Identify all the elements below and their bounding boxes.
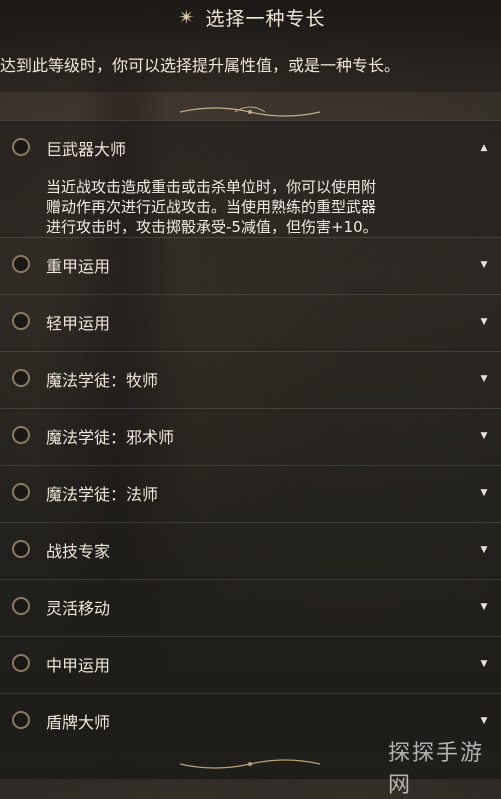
feat-row-magic-initiate-cleric[interactable]: 魔法学徒：牧师 ▼ (0, 351, 501, 408)
chevron-down-icon[interactable]: ▼ (479, 317, 489, 327)
radio-button[interactable] (12, 483, 30, 501)
feat-label: 盾牌大师 (46, 713, 111, 732)
chevron-down-icon[interactable]: ▼ (479, 602, 489, 612)
feat-description: 当近战攻击造成重击或击杀单位时，你可以使用附 赠动作再次进行近战攻击。当使用熟练… (46, 177, 476, 237)
radio-button[interactable] (12, 540, 30, 558)
feat-row-mobile[interactable]: 灵活移动 ▼ (0, 579, 501, 636)
radio-button[interactable] (12, 312, 30, 330)
feat-label: 灵活移动 (46, 599, 111, 618)
sparkle-star-icon: ✴ (178, 5, 195, 29)
chevron-down-icon[interactable]: ▼ (479, 260, 489, 270)
feat-description-line: 赠动作再次进行近战攻击。当使用熟练的重型武器 (46, 198, 377, 216)
radio-button[interactable] (12, 138, 30, 156)
radio-button[interactable] (12, 654, 30, 672)
page-subtitle: 达到此等级时，你可以选择提升属性值，或是一种专长。 (0, 56, 401, 75)
feat-row-medium-armor[interactable]: 中甲运用 ▼ (0, 636, 501, 693)
feat-list: 巨武器大师 ▲ 当近战攻击造成重击或击杀单位时，你可以使用附 赠动作再次进行近战… (0, 120, 501, 750)
chevron-down-icon[interactable]: ▼ (479, 545, 489, 555)
feat-row-magic-initiate-warlock[interactable]: 魔法学徒：邪术师 ▼ (0, 408, 501, 465)
feat-row-magic-initiate-wizard[interactable]: 魔法学徒：法师 ▼ (0, 465, 501, 522)
feat-label: 魔法学徒：邪术师 (46, 428, 175, 447)
feat-label: 重甲运用 (46, 257, 111, 276)
feat-label: 中甲运用 (46, 656, 111, 675)
chevron-down-icon[interactable]: ▼ (479, 431, 489, 441)
feat-label: 战技专家 (46, 542, 111, 561)
radio-button[interactable] (12, 369, 30, 387)
feat-row-heavy-armor[interactable]: 重甲运用 ▼ (0, 237, 501, 294)
feat-row-martial-adept[interactable]: 战技专家 ▼ (0, 522, 501, 579)
divider-ornament-icon (179, 106, 321, 117)
bottom-ornament-icon (179, 759, 321, 769)
page-title: 选择一种专长 (205, 7, 326, 30)
feat-description-line: 当近战攻击造成重击或击杀单位时，你可以使用附 (46, 178, 377, 196)
header-panel: ✴ 选择一种专长 达到此等级时，你可以选择提升属性值，或是一种专长。 (0, 0, 501, 92)
watermark: 探探手游网 (388, 741, 485, 798)
chevron-down-icon[interactable]: ▼ (479, 488, 489, 498)
radio-button[interactable] (12, 711, 30, 729)
radio-button[interactable] (12, 597, 30, 615)
chevron-up-icon[interactable]: ▲ (479, 143, 489, 153)
feat-row-light-armor[interactable]: 轻甲运用 ▼ (0, 294, 501, 351)
chevron-down-icon[interactable]: ▼ (479, 716, 489, 726)
feat-label: 魔法学徒：法师 (46, 485, 159, 504)
radio-button[interactable] (12, 426, 30, 444)
chevron-down-icon[interactable]: ▼ (479, 374, 489, 384)
chevron-down-icon[interactable]: ▼ (479, 659, 489, 669)
title-row: ✴ 选择一种专长 (0, 0, 501, 34)
feat-label: 魔法学徒：牧师 (46, 371, 159, 390)
feat-description-line: 进行攻击时，攻击掷骰承受-5减值，但伤害+10。 (46, 218, 378, 236)
feat-label: 轻甲运用 (46, 314, 111, 333)
feat-label: 巨武器大师 (46, 140, 127, 159)
radio-button[interactable] (12, 255, 30, 273)
feat-row-great-weapon-master[interactable]: 巨武器大师 ▲ 当近战攻击造成重击或击杀单位时，你可以使用附 赠动作再次进行近战… (0, 120, 501, 237)
